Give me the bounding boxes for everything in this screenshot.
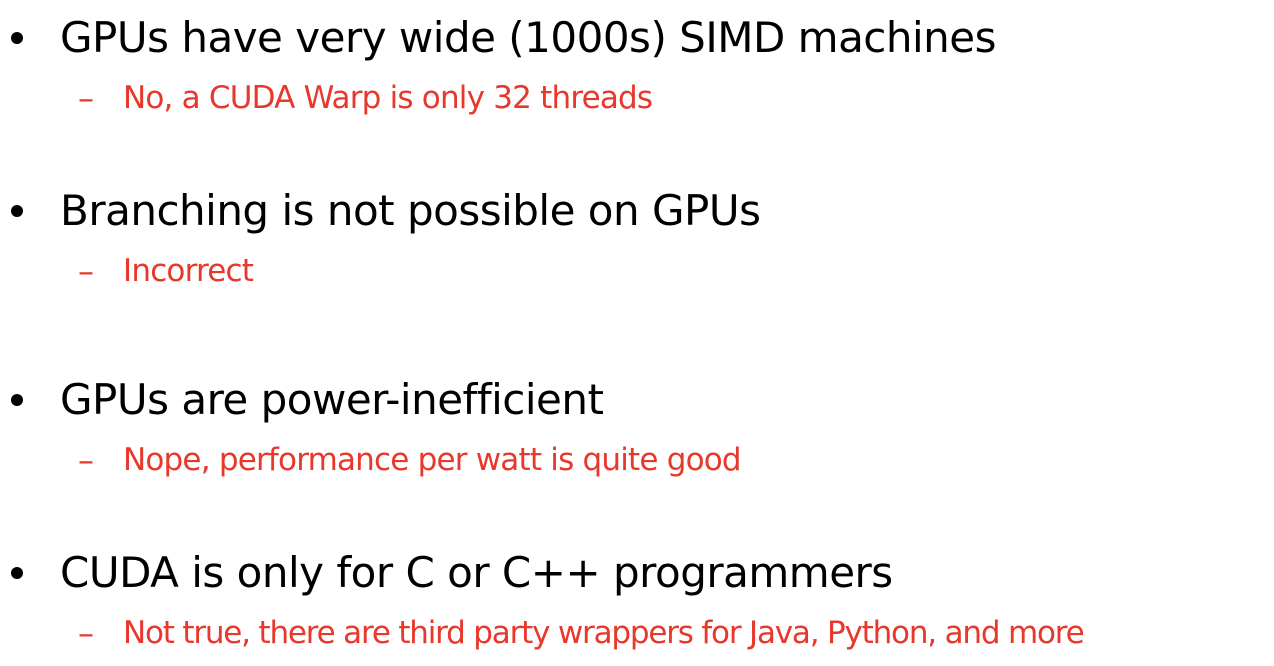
bullet-dot-icon: [11, 567, 23, 579]
sub-bullet-text: Nope, performance per watt is quite good: [123, 442, 742, 478]
bullet-dot-icon: [11, 205, 23, 217]
dash-icon: –: [78, 252, 94, 290]
sub-bullet-text: Not true, there are third party wrappers…: [123, 615, 1085, 651]
bullet-text: GPUs have very wide (1000s) SIMD machine…: [60, 13, 997, 62]
dash-icon: –: [78, 79, 94, 117]
bullet-text: GPUs are power-inefficient: [60, 375, 604, 424]
dash-icon: –: [78, 441, 94, 479]
bullet-dot-icon: [11, 32, 23, 44]
bullet-dot-icon: [11, 394, 23, 406]
sub-bullet-text: No, a CUDA Warp is only 32 threads: [123, 80, 653, 116]
sub-bullet-text: Incorrect: [123, 253, 254, 289]
dash-icon: –: [78, 614, 94, 652]
bullet-text: Branching is not possible on GPUs: [60, 186, 761, 235]
bullet-text: CUDA is only for C or C++ programmers: [60, 548, 893, 597]
